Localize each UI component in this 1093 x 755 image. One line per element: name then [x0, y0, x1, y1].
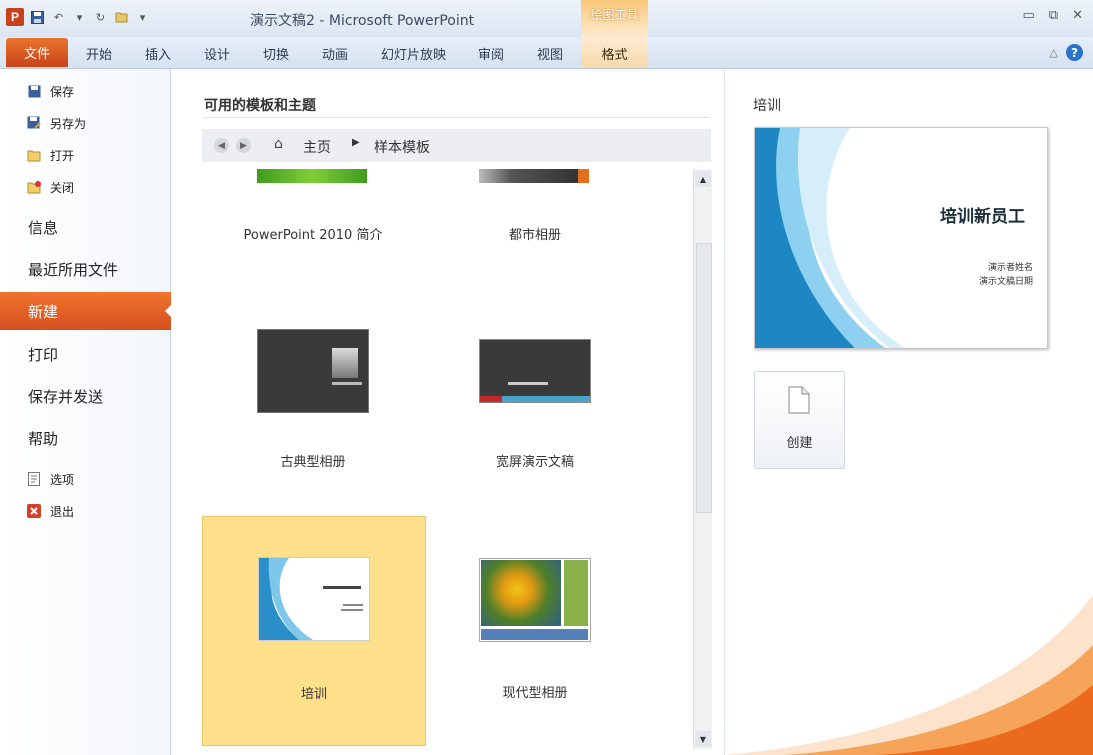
- tab-home[interactable]: 开始: [86, 44, 112, 63]
- preview-date: 演示文稿日期: [978, 277, 1033, 287]
- forward-icon[interactable]: ▶: [236, 138, 251, 153]
- divider: [204, 117, 709, 118]
- quick-access-toolbar: P ↶ ▾ ↻ ▾: [6, 8, 150, 26]
- nav-help[interactable]: 帮助: [0, 419, 170, 457]
- template-classic-album[interactable]: 古典型相册: [202, 329, 424, 499]
- template-thumbnail: [479, 558, 591, 642]
- template-widescreen[interactable]: 宽屏演示文稿: [424, 329, 646, 499]
- exit-icon: [26, 503, 42, 519]
- nav-label: 关闭: [50, 180, 75, 195]
- drawing-tools-header: 绘图工具: [581, 0, 648, 37]
- create-label: 创建: [786, 436, 813, 451]
- backstage-nav: 保存 另存为 打开 关闭 信息 最近所用文件 新建 打印 保存并发送 帮助 选项…: [0, 69, 173, 755]
- new-document-icon: [788, 386, 810, 414]
- open-icon[interactable]: [114, 10, 129, 25]
- restore-icon[interactable]: ⧉: [1049, 8, 1058, 23]
- nav-label: 退出: [50, 504, 75, 519]
- powerpoint-app-icon[interactable]: P: [6, 8, 24, 26]
- window-controls: ▭ ⧉ ✕: [1023, 8, 1084, 23]
- template-urban-album[interactable]: 都市相册: [424, 169, 646, 269]
- save-as-icon: [26, 115, 42, 131]
- gallery-scrollbar[interactable]: ▲ ▼: [693, 169, 712, 749]
- redo-icon[interactable]: ↻: [93, 10, 108, 25]
- preview-pane: 培训 培训新员工 演示者姓名 演示文稿日期 创建: [725, 69, 1093, 755]
- save-icon[interactable]: [30, 10, 45, 25]
- template-thumbnail: [258, 557, 370, 641]
- preview-slide-title: 培训新员工: [940, 207, 1025, 227]
- preview-presenter: 演示者姓名: [987, 263, 1033, 273]
- template-caption: PowerPoint 2010 简介: [243, 228, 383, 243]
- tab-view[interactable]: 视图: [537, 44, 563, 63]
- template-navigation-bar: ◀ ▶ ⌂ 主页 ▶ 样本模板: [202, 129, 711, 162]
- close-icon[interactable]: ✕: [1072, 8, 1083, 23]
- breadcrumb-home[interactable]: 主页: [303, 137, 331, 157]
- decorative-swoosh: [725, 595, 1093, 755]
- nav-label: 另存为: [50, 116, 87, 131]
- template-training[interactable]: 培训: [202, 516, 426, 746]
- tab-insert[interactable]: 插入: [145, 44, 171, 63]
- tab-slideshow[interactable]: 幻灯片放映: [381, 44, 446, 63]
- template-intro[interactable]: PowerPoint 2010 简介: [202, 169, 424, 269]
- help-icon[interactable]: ?: [1066, 44, 1083, 61]
- template-preview: 培训新员工 演示者姓名 演示文稿日期: [754, 127, 1048, 349]
- nav-close[interactable]: 关闭: [0, 174, 170, 200]
- ribbon-right-icons: △ ?: [1050, 44, 1083, 61]
- tab-transitions[interactable]: 切换: [263, 44, 289, 63]
- nav-info[interactable]: 信息: [0, 208, 170, 246]
- preview-wave-graphic: [755, 128, 905, 348]
- template-thumbnail: [257, 169, 367, 183]
- collapse-ribbon-icon[interactable]: △: [1050, 46, 1058, 59]
- tab-file[interactable]: 文件: [6, 38, 68, 67]
- nav-exit[interactable]: 退出: [0, 498, 170, 524]
- templates-heading: 可用的模板和主题: [204, 98, 316, 114]
- nav-print[interactable]: 打印: [0, 335, 170, 373]
- template-caption: 培训: [300, 687, 327, 702]
- template-caption: 古典型相册: [280, 455, 346, 470]
- template-thumbnail: [257, 329, 369, 413]
- title-bar: P ↶ ▾ ↻ ▾ 演示文稿2 - Microsoft PowerPoint 绘…: [0, 0, 1093, 37]
- nav-new[interactable]: 新建: [0, 292, 173, 330]
- template-caption: 现代型相册: [502, 686, 568, 701]
- nav-save-send[interactable]: 保存并发送: [0, 377, 170, 415]
- nav-label: 选项: [50, 472, 75, 487]
- nav-options[interactable]: 选项: [0, 466, 170, 492]
- tab-review[interactable]: 审阅: [478, 44, 504, 63]
- breadcrumb-arrow-icon: ▶: [352, 137, 360, 148]
- ribbon-tab-bar: 开始 插入 设计 切换 动画 幻灯片放映 审阅 视图: [0, 37, 1093, 69]
- template-caption: 宽屏演示文稿: [495, 455, 574, 470]
- scroll-thumb[interactable]: [696, 243, 712, 513]
- nav-open[interactable]: 打开: [0, 142, 170, 168]
- tab-design[interactable]: 设计: [204, 44, 230, 63]
- nav-label: 保存: [50, 84, 75, 99]
- close-folder-icon: [26, 179, 42, 195]
- templates-pane: 可用的模板和主题 ◀ ▶ ⌂ 主页 ▶ 样本模板 PowerPoint 2010…: [171, 69, 724, 755]
- nav-recent[interactable]: 最近所用文件: [0, 250, 170, 288]
- back-icon[interactable]: ◀: [214, 138, 229, 153]
- scroll-up-icon[interactable]: ▲: [695, 171, 711, 187]
- template-caption: 都市相册: [508, 228, 561, 243]
- nav-save[interactable]: 保存: [0, 78, 170, 104]
- tab-format[interactable]: 格式: [581, 37, 648, 68]
- tab-animations[interactable]: 动画: [322, 44, 348, 63]
- home-icon[interactable]: ⌂: [274, 136, 283, 152]
- dropdown-icon[interactable]: ▾: [72, 10, 87, 25]
- minimize-icon[interactable]: ▭: [1023, 8, 1035, 23]
- breadcrumb-current: 样本模板: [374, 140, 430, 156]
- template-thumbnail: [479, 169, 589, 183]
- open-folder-icon: [26, 147, 42, 163]
- template-gallery: PowerPoint 2010 简介 都市相册 古典型相册 宽屏演示文稿 培训 …: [202, 169, 689, 749]
- nav-label: 打开: [50, 148, 75, 163]
- save-icon: [26, 83, 42, 99]
- customize-qat-icon[interactable]: ▾: [135, 10, 150, 25]
- nav-save-as[interactable]: 另存为: [0, 110, 170, 136]
- scroll-down-icon[interactable]: ▼: [695, 731, 711, 747]
- create-button[interactable]: 创建: [754, 371, 845, 469]
- options-icon: [26, 471, 42, 487]
- preview-title: 培训: [753, 98, 781, 114]
- template-modern-album[interactable]: 现代型相册: [424, 516, 646, 744]
- undo-icon[interactable]: ↶: [51, 10, 66, 25]
- template-thumbnail: [479, 339, 591, 403]
- window-title: 演示文稿2 - Microsoft PowerPoint: [250, 13, 475, 29]
